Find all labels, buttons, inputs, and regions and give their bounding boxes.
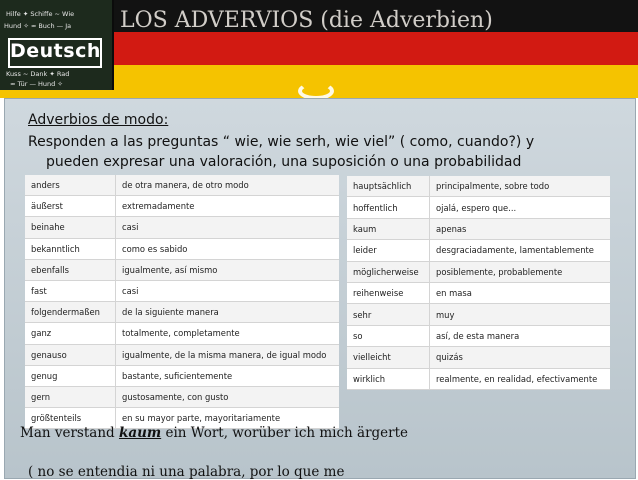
adverbs-table-right: hauptsächlich principalmente, sobre todo h… xyxy=(347,176,610,390)
table-row: genug bastante, suficientemente xyxy=(25,365,339,387)
spanish-translation: totalmente, completamente xyxy=(115,322,339,345)
german-adverb: genug xyxy=(25,365,116,387)
table-row: anders de otra manera, de otro modo xyxy=(25,175,339,197)
table-row: genauso igualmente, de la misma manera, d… xyxy=(25,344,339,366)
german-adverb: vielleicht xyxy=(347,346,430,369)
table-row: vielleicht quizás xyxy=(347,346,610,369)
spanish-translation: realmente, en realidad, efectivamente xyxy=(429,368,610,390)
german-adverb: anders xyxy=(25,175,116,197)
table-row: bekanntlich como es sabido xyxy=(25,238,339,260)
german-adverb: bekanntlich xyxy=(25,238,116,260)
german-adverb: fast xyxy=(25,280,116,303)
german-adverb: möglicherweise xyxy=(347,261,430,283)
spanish-translation: muy xyxy=(429,303,610,326)
table-row: hoffentlich ojalá, espero que... xyxy=(347,196,610,219)
german-adverb: hoffentlich xyxy=(347,196,430,219)
lead-text-line2: pueden expresar una valoración, una supo… xyxy=(46,154,522,170)
flag-banner: Hilfe ✦ Schiffe ~ Wie Hund ✧ ≈ Buch — Ja… xyxy=(0,0,638,98)
example-before: Man verstand xyxy=(20,425,119,441)
german-adverb: ganz xyxy=(25,322,116,345)
german-adverb: reihenweise xyxy=(347,282,430,305)
german-adverb: sehr xyxy=(347,303,430,326)
table-row: hauptsächlich principalmente, sobre todo xyxy=(347,176,610,198)
table-row: fast casi xyxy=(25,280,339,303)
german-adverb: kaum xyxy=(347,218,430,241)
table-row: so así, de esta manera xyxy=(347,325,610,348)
table-row: beinahe casi xyxy=(25,216,339,239)
spanish-translation: igualmente, de la misma manera, de igual… xyxy=(115,344,339,366)
german-adverb: beinahe xyxy=(25,216,116,239)
spanish-translation: casi xyxy=(115,280,339,303)
lead-text-line1: Responden a las preguntas “ wie, wie ser… xyxy=(28,134,535,150)
example-after: ein Wort, worüber ich mich ärgerte xyxy=(161,425,409,441)
spanish-translation: posiblemente, probablemente xyxy=(429,261,610,283)
table-row: leider desgraciadamente, lamentablemente xyxy=(347,239,610,262)
german-adverb: so xyxy=(347,325,430,348)
table-row: gern gustosamente, con gusto xyxy=(25,386,339,409)
spanish-translation: de la siguiente manera xyxy=(115,301,339,324)
spanish-translation: así, de esta manera xyxy=(429,325,610,348)
adverbs-table-left: anders de otra manera, de otro modo äußers… xyxy=(25,175,339,430)
german-adverb: gern xyxy=(25,386,116,409)
spanish-translation: extremadamente xyxy=(115,195,339,218)
table-row: äußerst extremadamente xyxy=(25,195,339,218)
table-row: möglicherweise posiblemente, probablement… xyxy=(347,261,610,283)
table-row: kaum apenas xyxy=(347,218,610,241)
german-adverb: wirklich xyxy=(347,368,430,390)
spanish-translation: igualmente, así mismo xyxy=(115,259,339,281)
table-row: wirklich realmente, en realidad, efectiva… xyxy=(347,368,610,390)
spanish-translation: quizás xyxy=(429,346,610,369)
deutsch-chalkboard-logo: Hilfe ✦ Schiffe ~ Wie Hund ✧ ≈ Buch — Ja… xyxy=(0,0,114,90)
spanish-translation: como es sabido xyxy=(115,238,339,260)
table-row: reihenweise en masa xyxy=(347,282,610,305)
example-translation: ( no se entendia ni una palabra, por lo … xyxy=(28,464,345,480)
table-row: ebenfalls igualmente, así mismo xyxy=(25,259,339,281)
spanish-translation: casi xyxy=(115,216,339,239)
table-row: ganz totalmente, completamente xyxy=(25,322,339,345)
german-adverb: folgendermaßen xyxy=(25,301,116,324)
example-keyword: kaum xyxy=(118,425,162,441)
spanish-translation: desgraciadamente, lamentablemente xyxy=(429,239,610,262)
german-adverb: leider xyxy=(347,239,430,262)
german-adverb: hauptsächlich xyxy=(347,176,430,198)
slide-title: LOS ADVERVIOS (die Adverbien) xyxy=(120,8,493,33)
table-row: folgendermaßen de la siguiente manera xyxy=(25,301,339,324)
spanish-translation: de otra manera, de otro modo xyxy=(115,175,339,197)
logo-text: Deutsch xyxy=(10,40,101,62)
german-adverb: ebenfalls xyxy=(25,259,116,281)
spanish-translation: apenas xyxy=(429,218,610,241)
spanish-translation: gustosamente, con gusto xyxy=(115,386,339,409)
spanish-translation: ojalá, espero que... xyxy=(429,196,610,219)
german-adverb: äußerst xyxy=(25,195,116,218)
spanish-translation: bastante, suficientemente xyxy=(115,365,339,387)
example-sentence: Man verstand kaum ein Wort, worüber ich … xyxy=(20,423,430,443)
ring-ornament xyxy=(298,82,334,98)
table-row: sehr muy xyxy=(347,303,610,326)
spanish-translation: principalmente, sobre todo xyxy=(429,176,610,198)
german-adverb: genauso xyxy=(25,344,116,366)
spanish-translation: en masa xyxy=(429,282,610,305)
section-heading: Adverbios de modo: xyxy=(28,112,169,128)
